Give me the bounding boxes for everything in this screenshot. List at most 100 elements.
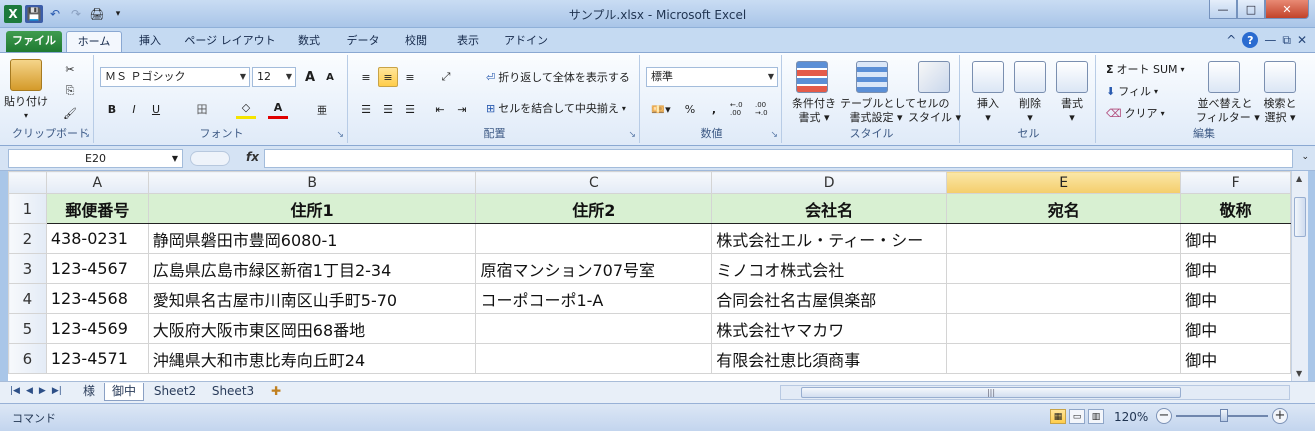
cell[interactable]: 会社名 [711, 193, 948, 224]
workbook-minimize-icon[interactable]: — [1264, 33, 1276, 47]
cell[interactable]: 広島県広島市緑区新宿1丁目2-34 [147, 253, 477, 284]
cell[interactable]: 原宿マンション707号室 [475, 253, 713, 284]
worksheet-grid[interactable]: A B C D E F 1 郵便番号 住所1 住所2 会社名 宛名 敬称 2 4… [8, 171, 1291, 381]
format-as-table-label[interactable]: テーブルとして 書式設定 ▾ [840, 97, 916, 125]
cell[interactable] [946, 283, 1182, 314]
cell[interactable]: 有限会社恵比須商事 [711, 343, 948, 374]
cell[interactable]: 株式会社ヤマカワ [711, 313, 948, 344]
scroll-down-icon[interactable]: ▼ [1296, 369, 1302, 378]
underline-button[interactable]: U [146, 99, 166, 119]
row-header[interactable]: 6 [8, 343, 47, 374]
format-as-table-icon[interactable] [856, 61, 888, 93]
minimize-button[interactable]: — [1209, 0, 1237, 19]
cell[interactable]: 合同会社名古屋倶楽部 [711, 283, 948, 314]
row-header[interactable]: 1 [8, 193, 47, 224]
chevron-down-icon[interactable]: ▼ [768, 68, 774, 86]
shrink-font-icon[interactable]: A [320, 67, 340, 87]
collapse-ribbon-icon[interactable]: ^ [1226, 33, 1236, 47]
first-sheet-icon[interactable]: |◀ [10, 386, 20, 396]
cell[interactable]: 123-4567 [45, 253, 149, 284]
sheet-tab-sama[interactable]: 様 [76, 383, 102, 401]
insert-function-icon[interactable]: fx [246, 150, 259, 164]
row-header[interactable]: 2 [8, 223, 47, 254]
fill-color-icon[interactable]: ◇ [236, 99, 256, 119]
align-top-icon[interactable]: ≡ [356, 67, 376, 87]
name-box[interactable]: E20 ▼ [8, 149, 183, 168]
column-header-c[interactable]: C [475, 171, 713, 194]
tab-review[interactable]: 校閲 [394, 31, 438, 52]
cell[interactable] [946, 253, 1182, 284]
insert-cells-label[interactable]: 挿入 ▾ [966, 97, 1010, 125]
fill-button[interactable]: ⬇ フィル ▾ [1106, 83, 1158, 99]
normal-view-icon[interactable]: ▦ [1050, 409, 1066, 424]
column-header-a[interactable]: A [45, 171, 149, 194]
cell[interactable]: 敬称 [1180, 193, 1291, 224]
tab-formulas[interactable]: 数式 [285, 31, 333, 52]
italic-button[interactable]: I [124, 99, 144, 119]
autosum-button[interactable]: Σ オート SUM ▾ [1106, 61, 1185, 77]
chevron-down-icon[interactable]: ▾ [1161, 109, 1165, 118]
cut-icon[interactable]: ✂ [60, 59, 80, 79]
bold-button[interactable]: B [102, 99, 122, 119]
chevron-down-icon[interactable]: ▼ [172, 150, 178, 167]
comma-button[interactable]: , [704, 99, 724, 119]
scroll-up-icon[interactable]: ▲ [1296, 174, 1302, 183]
increase-decimal-icon[interactable]: ←.0 .00 [730, 99, 754, 119]
sort-filter-icon[interactable] [1208, 61, 1240, 93]
cell[interactable] [475, 313, 713, 344]
merge-center-button[interactable]: ⊞ セルを結合して中央揃え ▾ [486, 100, 626, 116]
align-bottom-icon[interactable]: ≡ [400, 67, 420, 87]
cell[interactable]: 沖縄県大和市恵比寿向丘町24 [147, 343, 477, 374]
cell[interactable]: 御中 [1180, 343, 1291, 374]
tab-home[interactable]: ホーム [66, 31, 122, 52]
maximize-button[interactable]: □ [1237, 0, 1265, 19]
formula-bar-resize-handle[interactable] [190, 151, 230, 166]
increase-indent-icon[interactable]: ⇥ [452, 99, 472, 119]
cell[interactable]: 大阪府大阪市東区岡田68番地 [147, 313, 477, 344]
font-name-combo[interactable]: ＭＳ Ｐゴシック ▼ [100, 67, 250, 87]
clipboard-launcher-icon[interactable]: ↘ [82, 130, 90, 140]
cell[interactable]: 愛知県名古屋市川南区山手町5-70 [147, 283, 477, 314]
sheet-tab-onchu[interactable]: 御中 [104, 383, 144, 401]
chevron-down-icon[interactable]: ▼ [240, 68, 246, 86]
sheet-tab-sheet2[interactable]: Sheet2 [148, 383, 202, 401]
horizontal-scroll-thumb[interactable]: ||| [801, 387, 1181, 398]
zoom-slider-thumb[interactable] [1220, 409, 1228, 422]
column-header-b[interactable]: B [147, 171, 477, 194]
cell[interactable]: 住所1 [147, 193, 477, 224]
currency-icon[interactable]: 💴▾ [646, 99, 676, 119]
cell[interactable]: 123-4571 [45, 343, 149, 374]
format-cells-label[interactable]: 書式 ▾ [1050, 97, 1094, 125]
alignment-launcher-icon[interactable]: ↘ [628, 130, 636, 140]
row-header[interactable]: 4 [8, 283, 47, 314]
cell[interactable]: 郵便番号 [45, 193, 149, 224]
zoom-in-icon[interactable]: + [1272, 408, 1288, 424]
align-right-icon[interactable]: ☰ [400, 99, 420, 119]
column-header-d[interactable]: D [711, 171, 948, 194]
align-center-icon[interactable]: ☰ [378, 99, 398, 119]
page-break-preview-icon[interactable]: ▥ [1088, 409, 1104, 424]
border-icon[interactable]: 田 [192, 99, 212, 119]
page-layout-view-icon[interactable]: ▭ [1069, 409, 1085, 424]
cell[interactable]: 御中 [1180, 313, 1291, 344]
workbook-restore-icon[interactable]: ⧉ [1282, 33, 1291, 48]
decrease-indent-icon[interactable]: ⇤ [430, 99, 450, 119]
font-size-combo[interactable]: 12 ▼ [252, 67, 296, 87]
font-color-icon[interactable]: A [268, 99, 288, 119]
cell[interactable]: 438-0231 [45, 223, 149, 254]
cell[interactable]: 123-4568 [45, 283, 149, 314]
tab-page-layout[interactable]: ページ レイアウト [180, 31, 280, 52]
chevron-down-icon[interactable]: ▾ [1181, 65, 1185, 74]
number-format-combo[interactable]: 標準 ▼ [646, 67, 778, 87]
tab-data[interactable]: データ [338, 31, 388, 52]
vertical-scrollbar[interactable]: ▲ ▼ [1291, 171, 1308, 381]
cell[interactable]: 株式会社エル・ティー・シー [711, 223, 948, 254]
prev-sheet-icon[interactable]: ◀ [26, 386, 33, 396]
new-sheet-icon[interactable]: ✚ [264, 383, 288, 401]
find-select-label[interactable]: 検索と 選択 ▾ [1256, 97, 1304, 125]
align-middle-icon[interactable]: ≡ [378, 67, 398, 87]
row-header[interactable]: 3 [8, 253, 47, 284]
find-select-icon[interactable] [1264, 61, 1296, 93]
insert-cells-icon[interactable] [972, 61, 1004, 93]
help-icon[interactable]: ? [1242, 32, 1259, 48]
